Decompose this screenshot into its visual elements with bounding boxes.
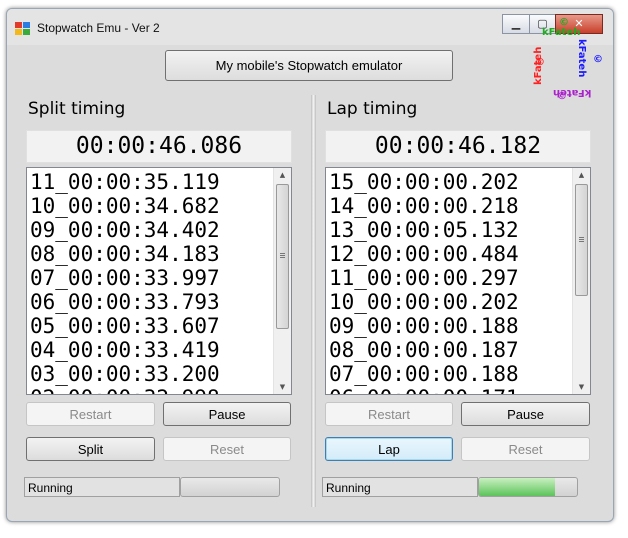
split-pause-button[interactable]: Pause xyxy=(163,402,291,426)
split-timing-heading: Split timing xyxy=(28,99,126,119)
list-item[interactable]: 10_00:00:34.682 xyxy=(30,194,220,218)
lap-reset-button[interactable]: Reset xyxy=(461,437,590,461)
list-item[interactable]: 02_00:00:32.998 xyxy=(30,386,220,394)
scroll-down-icon[interactable]: ▼ xyxy=(274,380,291,394)
window-title: Stopwatch Emu - Ver 2 xyxy=(37,21,160,35)
scroll-up-icon[interactable]: ▲ xyxy=(274,168,291,182)
emulator-button[interactable]: My mobile's Stopwatch emulator xyxy=(165,50,453,81)
list-item[interactable]: 06_00:00:00.171 xyxy=(329,386,519,394)
lap-list-items: 15_00:00:00.202 14_00:00:00.218 13_00:00:0… xyxy=(329,170,519,394)
split-reset-button[interactable]: Reset xyxy=(163,437,291,461)
copyright-icon: © xyxy=(593,54,603,65)
lap-progress-bar xyxy=(478,477,578,497)
panel-splitter[interactable] xyxy=(311,95,316,507)
list-item[interactable]: 14_00:00:00.218 xyxy=(329,194,519,218)
lap-status-text: Running xyxy=(326,481,371,495)
list-item[interactable]: 09_00:00:00.188 xyxy=(329,314,519,338)
list-item[interactable]: 04_00:00:33.419 xyxy=(30,338,220,362)
split-progress-bar xyxy=(180,477,280,497)
list-item[interactable]: 05_00:00:33.607 xyxy=(30,314,220,338)
app-icon xyxy=(15,22,30,35)
split-button[interactable]: Split xyxy=(26,437,155,461)
scroll-down-icon[interactable]: ▼ xyxy=(573,380,590,394)
lap-scrollbar[interactable]: ▲ ▼ xyxy=(572,168,590,394)
minimize-button[interactable]: ▁ xyxy=(502,14,530,34)
split-restart-button[interactable]: Restart xyxy=(26,402,155,426)
list-item[interactable]: 13_00:00:05.132 xyxy=(329,218,519,242)
list-item[interactable]: 11_00:00:35.119 xyxy=(30,170,220,194)
copyright-icon: © xyxy=(535,57,545,68)
lap-restart-button[interactable]: Restart xyxy=(325,402,453,426)
list-item[interactable]: 09_00:00:34.402 xyxy=(30,218,220,242)
list-item[interactable]: 03_00:00:33.200 xyxy=(30,362,220,386)
list-item[interactable]: 10_00:00:00.202 xyxy=(329,290,519,314)
copyright-icon: © xyxy=(557,91,567,102)
scroll-thumb[interactable] xyxy=(575,184,588,296)
title-bar[interactable]: Stopwatch Emu - Ver 2 ▁ ▢ ✕ xyxy=(7,9,613,45)
scroll-thumb[interactable] xyxy=(276,184,289,329)
list-item[interactable]: 11_00:00:00.297 xyxy=(329,266,519,290)
watermark-text: kFateh xyxy=(576,39,587,78)
lap-timing-heading: Lap timing xyxy=(327,99,418,119)
split-scrollbar[interactable]: ▲ ▼ xyxy=(273,168,291,394)
split-status-box: Running xyxy=(24,477,180,497)
lap-button[interactable]: Lap xyxy=(325,437,453,461)
scroll-up-icon[interactable]: ▲ xyxy=(573,168,590,182)
split-list-items: 11_00:00:35.119 10_00:00:34.682 09_00:00:3… xyxy=(30,170,220,394)
list-item[interactable]: 06_00:00:33.793 xyxy=(30,290,220,314)
watermark-text: kFateh xyxy=(542,27,581,38)
list-item[interactable]: 07_00:00:33.997 xyxy=(30,266,220,290)
split-status-text: Running xyxy=(28,481,73,495)
copyright-icon: © xyxy=(559,17,569,28)
list-item[interactable]: 12_00:00:00.484 xyxy=(329,242,519,266)
lap-progress-fill xyxy=(479,478,556,496)
lap-time-display: 00:00:46.182 xyxy=(325,130,591,163)
lap-pause-button[interactable]: Pause xyxy=(461,402,590,426)
lap-status-box: Running xyxy=(322,477,478,497)
app-window: Stopwatch Emu - Ver 2 ▁ ▢ ✕ kFateh kFate… xyxy=(6,8,614,522)
list-item[interactable]: 15_00:00:00.202 xyxy=(329,170,519,194)
split-time-display: 00:00:46.086 xyxy=(26,130,292,163)
list-item[interactable]: 07_00:00:00.188 xyxy=(329,362,519,386)
lap-list[interactable]: 15_00:00:00.202 14_00:00:00.218 13_00:00:0… xyxy=(325,167,591,395)
list-item[interactable]: 08_00:00:00.187 xyxy=(329,338,519,362)
list-item[interactable]: 08_00:00:34.183 xyxy=(30,242,220,266)
split-list[interactable]: 11_00:00:35.119 10_00:00:34.682 09_00:00:3… xyxy=(26,167,292,395)
minimize-icon: ▁ xyxy=(511,17,521,30)
